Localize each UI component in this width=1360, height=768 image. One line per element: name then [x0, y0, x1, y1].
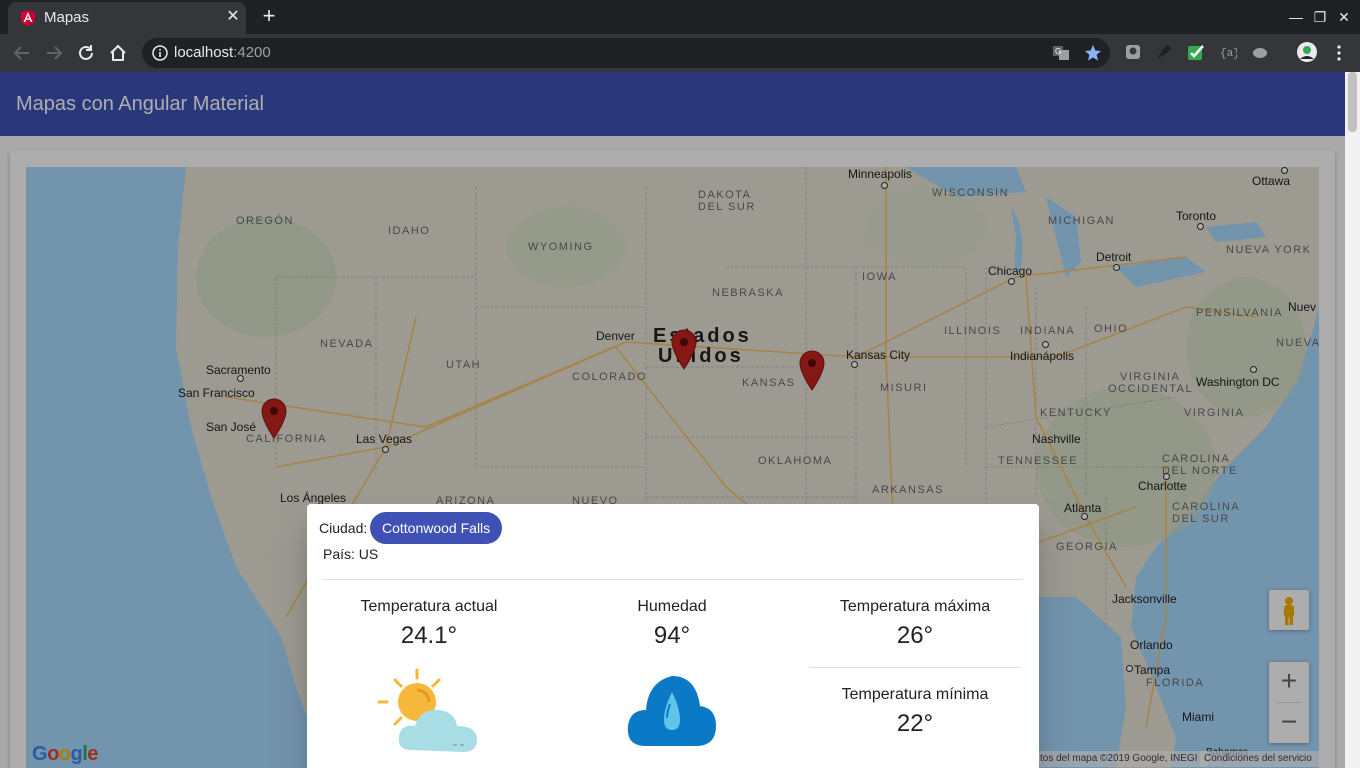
close-window-button[interactable]: ✕	[1335, 8, 1353, 26]
reload-icon[interactable]	[75, 42, 97, 64]
current-temp-block: Temperatura actual 24.1°	[329, 598, 529, 650]
country-text: País: US	[323, 546, 379, 562]
extension-json-icon[interactable]: {a}	[1219, 43, 1237, 61]
browser-toolbar: localhost:4200 G {a}	[0, 34, 1360, 72]
humidity-value: 94°	[653, 622, 691, 649]
extension-pen-icon[interactable]	[1155, 43, 1173, 61]
bookmark-star-icon[interactable]	[1084, 44, 1102, 62]
forward-arrow-icon[interactable]	[43, 42, 65, 64]
current-temp-label: Temperatura actual	[360, 598, 498, 615]
min-temp-value: 22°	[896, 710, 934, 737]
max-temp-label: Temperatura máxima	[839, 598, 991, 615]
weather-bottom-sheet: Ciudad: Cottonwood Falls País: US Temper…	[307, 504, 1039, 768]
min-temp-label: Temperatura mínima	[841, 686, 989, 703]
address-bar[interactable]: localhost:4200 G	[142, 38, 1110, 68]
back-arrow-icon[interactable]	[11, 42, 33, 64]
city-chip[interactable]: Cottonwood Falls	[370, 512, 503, 544]
close-tab-icon[interactable]: ✕	[224, 8, 242, 26]
profile-avatar-icon[interactable]	[1296, 41, 1318, 63]
browser-tab-bar: Mapas ✕ + — ❐ ✕	[0, 0, 1360, 34]
max-temp-block: Temperatura máxima 26°	[815, 598, 1015, 650]
info-icon[interactable]	[152, 45, 168, 61]
svg-text:{a}: {a}	[1220, 48, 1237, 60]
partly-cloudy-icon	[377, 668, 477, 752]
tab-title: Mapas	[44, 9, 90, 26]
url-text: localhost:4200	[174, 44, 271, 61]
extension-check-icon[interactable]	[1187, 43, 1205, 61]
home-icon[interactable]	[107, 42, 129, 64]
ciudad-label: Ciudad:	[319, 520, 368, 536]
translate-icon[interactable]: G	[1052, 44, 1070, 62]
browser-tab[interactable]: Mapas ✕	[8, 2, 246, 34]
humidity-label: Humedad	[637, 598, 707, 615]
humidity-block: Humedad 94°	[572, 598, 772, 650]
current-temp-value: 24.1°	[400, 622, 458, 649]
scrollbar-thumb[interactable]	[1348, 72, 1357, 132]
more-menu-icon[interactable]	[1330, 44, 1348, 62]
angular-logo-icon	[20, 10, 36, 26]
restore-window-button[interactable]: ❐	[1311, 8, 1329, 26]
divider	[322, 579, 1023, 580]
extension-cloud-icon[interactable]	[1251, 43, 1269, 61]
extension-bulb-icon[interactable]	[1124, 43, 1142, 61]
svg-text:G: G	[1055, 47, 1061, 56]
min-temp-block: Temperatura mínima 22°	[815, 686, 1015, 738]
page-scrollbar[interactable]	[1345, 72, 1360, 768]
max-temp-value: 26°	[896, 622, 934, 649]
divider	[809, 667, 1021, 668]
minimize-window-button[interactable]: —	[1287, 8, 1305, 26]
humidity-cloud-icon	[627, 676, 716, 746]
new-tab-button[interactable]: +	[258, 5, 280, 28]
